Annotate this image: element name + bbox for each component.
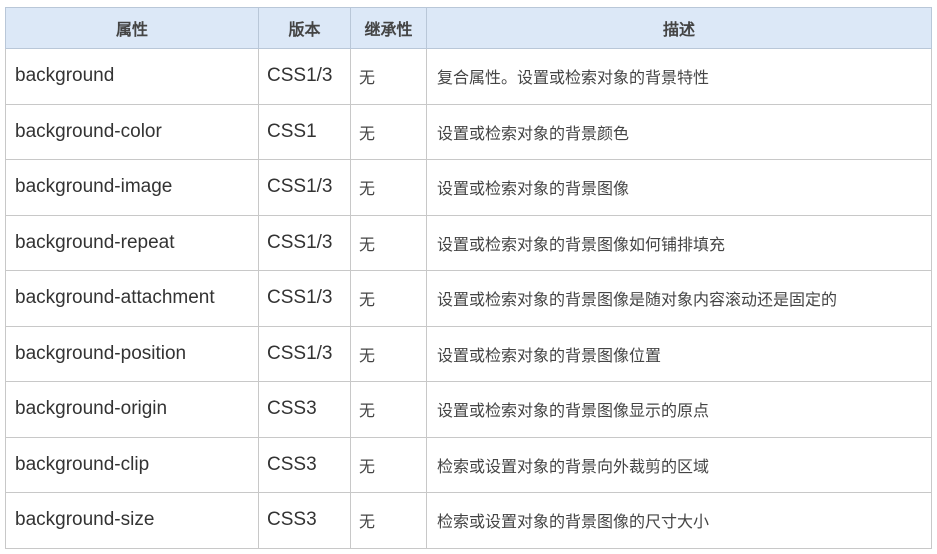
table-row: background-color CSS1 无 设置或检索对象的背景颜色: [5, 103, 932, 160]
table-row: background-attachment CSS1/3 无 设置或检索对象的背…: [5, 270, 932, 327]
property-description: 设置或检索对象的背景图像如何铺排填充: [426, 214, 932, 271]
property-version: CSS1/3: [258, 48, 351, 105]
property-inheritance: 无: [350, 436, 427, 493]
header-inheritance: 继承性: [350, 7, 427, 49]
table-row: background CSS1/3 无 复合属性。设置或检索对象的背景特性: [5, 48, 932, 105]
property-inheritance: 无: [350, 270, 427, 327]
property-description: 设置或检索对象的背景图像显示的原点: [426, 381, 932, 438]
property-name[interactable]: background-size: [5, 492, 259, 549]
property-description: 检索或设置对象的背景图像的尺寸大小: [426, 492, 932, 549]
property-inheritance: 无: [350, 492, 427, 549]
property-inheritance: 无: [350, 325, 427, 382]
property-name[interactable]: background-color: [5, 103, 259, 160]
property-inheritance: 无: [350, 48, 427, 105]
property-name[interactable]: background-clip: [5, 436, 259, 493]
property-inheritance: 无: [350, 214, 427, 271]
css-background-properties-table: 属性 版本 继承性 描述 background CSS1/3 无 复合属性。设置…: [5, 7, 932, 549]
property-version: CSS1: [258, 103, 351, 160]
table-row: background-position CSS1/3 无 设置或检索对象的背景图…: [5, 325, 932, 382]
table-row: background-origin CSS3 无 设置或检索对象的背景图像显示的…: [5, 381, 932, 438]
property-version: CSS3: [258, 492, 351, 549]
table-row: background-repeat CSS1/3 无 设置或检索对象的背景图像如…: [5, 214, 932, 271]
property-description: 复合属性。设置或检索对象的背景特性: [426, 48, 932, 105]
property-name[interactable]: background-repeat: [5, 214, 259, 271]
property-name[interactable]: background-position: [5, 325, 259, 382]
table-header-row: 属性 版本 继承性 描述: [5, 7, 932, 49]
property-version: CSS1/3: [258, 270, 351, 327]
table-row: background-clip CSS3 无 检索或设置对象的背景向外裁剪的区域: [5, 436, 932, 493]
property-inheritance: 无: [350, 103, 427, 160]
property-name[interactable]: background-origin: [5, 381, 259, 438]
property-name[interactable]: background-image: [5, 159, 259, 216]
table-row: background-image CSS1/3 无 设置或检索对象的背景图像: [5, 159, 932, 216]
property-description: 设置或检索对象的背景颜色: [426, 103, 932, 160]
property-description: 检索或设置对象的背景向外裁剪的区域: [426, 436, 932, 493]
property-version: CSS3: [258, 436, 351, 493]
property-version: CSS1/3: [258, 325, 351, 382]
property-inheritance: 无: [350, 159, 427, 216]
header-version: 版本: [258, 7, 351, 49]
header-description: 描述: [426, 7, 932, 49]
property-name[interactable]: background-attachment: [5, 270, 259, 327]
property-description: 设置或检索对象的背景图像是随对象内容滚动还是固定的: [426, 270, 932, 327]
property-version: CSS1/3: [258, 159, 351, 216]
table-row: background-size CSS3 无 检索或设置对象的背景图像的尺寸大小: [5, 492, 932, 549]
property-inheritance: 无: [350, 381, 427, 438]
header-property: 属性: [5, 7, 259, 49]
property-name[interactable]: background: [5, 48, 259, 105]
property-version: CSS1/3: [258, 214, 351, 271]
property-version: CSS3: [258, 381, 351, 438]
property-description: 设置或检索对象的背景图像位置: [426, 325, 932, 382]
property-description: 设置或检索对象的背景图像: [426, 159, 932, 216]
